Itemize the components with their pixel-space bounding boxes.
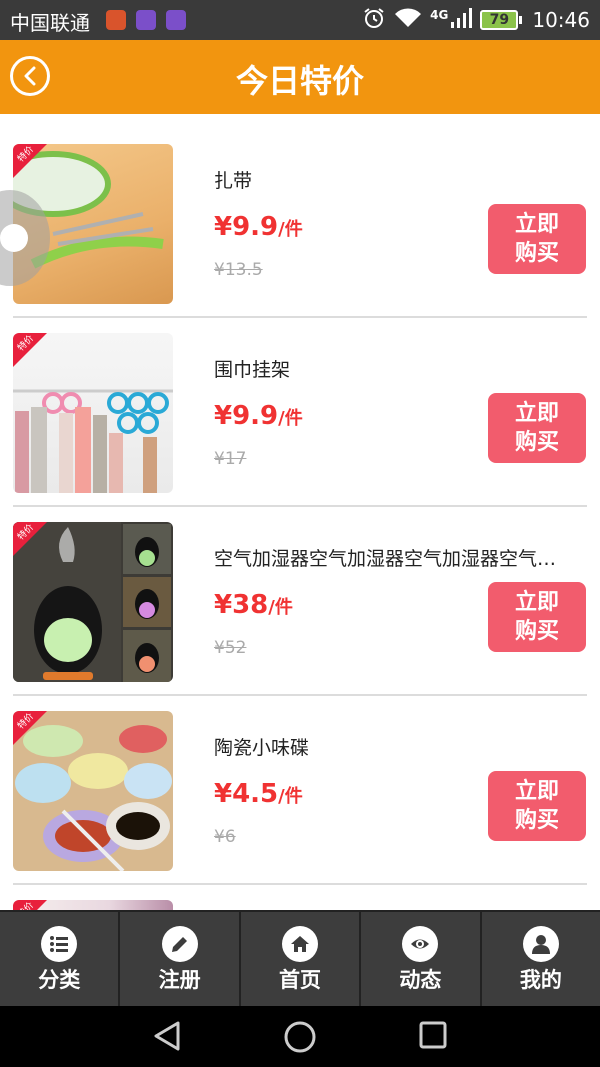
nav-item-home[interactable]: 首页 [241,912,362,1006]
product-original-price: ¥17 [214,449,247,469]
product-price: ¥9.9/件 [214,212,303,242]
buy-now-button[interactable]: 立即购买 [488,771,586,841]
product-image-scarf-rack[interactable]: 特价 [13,333,173,493]
special-offer-tag: 特价 [13,144,47,178]
buy-now-button[interactable]: 立即购买 [488,393,586,463]
product-item[interactable]: 特价 陶瓷小味碟 ¥4.5/件 ¥6 立即购买 [0,681,600,871]
product-item[interactable]: 特价 围巾挂架 ¥9.9/件 ¥17 立即购买 [0,303,600,493]
product-price: ¥4.5/件 [214,779,303,809]
product-price: ¥38/件 [214,590,293,620]
page-title: 今日特价 [235,62,364,100]
product-original-price: ¥52 [214,638,247,658]
product-original-price: ¥13.5 [214,260,263,280]
buy-now-button[interactable]: 立即购买 [488,582,586,652]
special-offer-tag: 特价 [13,711,47,745]
product-image-ceramic-dish[interactable]: 特价 [13,711,173,871]
clock: 10:46 [532,8,590,32]
home-icon [282,926,319,962]
product-name[interactable]: 空气加湿器空气加湿器空气加湿器空气加湿器 [214,544,559,571]
product-name[interactable]: 扎带 [214,166,252,193]
pencil-icon [161,926,198,962]
product-original-price: ¥6 [214,827,236,847]
battery-icon: 79 [480,10,523,30]
list-icon [41,926,78,962]
recents-square-icon[interactable] [418,1020,448,1050]
product-name[interactable]: 陶瓷小味碟 [214,733,309,760]
notification-gallery-icon [136,10,156,30]
buy-now-button[interactable]: 立即购买 [488,204,586,274]
home-circle-icon[interactable] [283,1020,317,1054]
product-item[interactable]: 特价 扎带 ¥9.9/件 ¥13.5 立即购买 [0,114,600,304]
nav-item-mine[interactable]: 我的 [482,912,600,1006]
special-offer-tag: 特价 [13,522,47,556]
nav-label: 注册 [158,968,201,992]
status-bar: 中国联通 4G 79 10:46 [0,0,600,40]
back-triangle-icon[interactable] [152,1020,182,1052]
app-header: 今日特价 [0,40,600,114]
product-name[interactable]: 围巾挂架 [214,355,290,382]
nav-item-category[interactable]: 分类 [0,912,121,1006]
signal-icon [450,7,473,34]
wifi-icon [394,7,422,34]
nav-item-register[interactable]: 注册 [120,912,241,1006]
user-icon [522,926,559,962]
alarm-icon [362,6,386,35]
nav-label: 首页 [279,968,322,992]
nav-label: 动态 [399,968,442,992]
product-image-humidifier[interactable]: 特价 [13,522,173,682]
notification-weibo-icon [106,10,126,30]
eye-icon [402,926,439,962]
nav-label: 我的 [519,968,562,992]
system-navigation-bar [0,1006,600,1067]
special-offer-tag: 特价 [13,333,47,367]
bottom-navigation: 分类 注册 首页 动态 我的 [0,910,600,1006]
nav-item-activity[interactable]: 动态 [361,912,482,1006]
product-item[interactable]: 特价 空气加湿器空气加湿器空气加湿器空气加湿器 ¥38/件 ¥52 立即购买 [0,492,600,682]
network-type: 4G [430,8,449,22]
notification-keyboard-icon [166,10,186,30]
carrier-name: 中国联通 [10,11,90,35]
nav-label: 分类 [38,968,81,992]
product-price: ¥9.9/件 [214,401,303,431]
